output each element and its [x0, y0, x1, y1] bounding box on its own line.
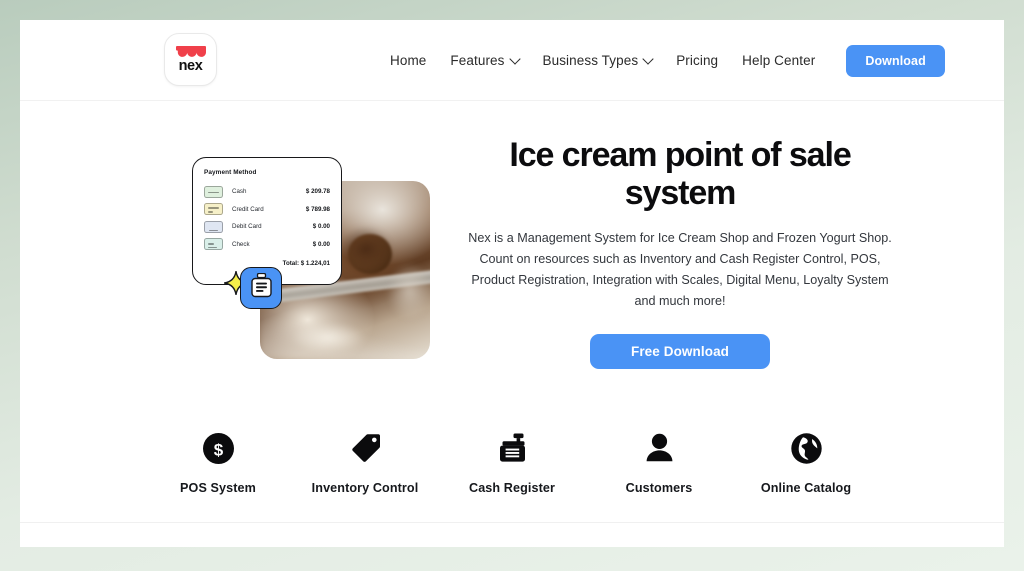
cash-note-icon [204, 185, 223, 198]
main-navigation: Home Features Business Types Pricing Hel… [378, 20, 945, 101]
check-icon [204, 238, 223, 251]
receipt-printer-icon [250, 272, 273, 303]
payment-row: Check $ 0.00 [204, 236, 330, 254]
feature-label: Inventory Control [311, 481, 419, 495]
nav-item-home[interactable]: Home [378, 47, 438, 74]
chevron-down-icon [508, 52, 521, 65]
feature-highlights: $ POS System Inventory Control Cash Regi… [20, 421, 1004, 531]
payment-total: Total: $ 1.224,01 [282, 260, 330, 267]
footer-divider [20, 522, 1004, 523]
hero-copy: Ice cream point of sale system Nex is a … [460, 101, 900, 369]
cash-register-icon [439, 429, 586, 467]
logo-wordmark: nex [178, 57, 203, 74]
free-download-button[interactable]: Free Download [590, 333, 770, 369]
payment-method-card: Payment Method Cash $ 209.78 Credit Card… [192, 157, 342, 285]
nav-item-pricing[interactable]: Pricing [664, 47, 730, 74]
dollar-circle-icon: $ [145, 429, 292, 467]
page-title: Ice cream point of sale system [509, 136, 851, 212]
payment-amount: $ 0.00 [312, 223, 330, 231]
debit-card-icon [204, 220, 223, 233]
payment-row: Credit Card $ 789.98 [204, 201, 330, 219]
feature-pos-system[interactable]: $ POS System [145, 429, 292, 495]
feature-customers[interactable]: Customers [586, 429, 733, 495]
nav-label: Home [390, 53, 427, 68]
nav-item-features[interactable]: Features [438, 47, 530, 74]
credit-card-icon [204, 203, 223, 216]
photo-scoop-decoration [348, 234, 393, 275]
payment-card-title: Payment Method [204, 169, 257, 176]
payment-row: Debit Card $ 0.00 [204, 218, 330, 236]
payment-row: Cash $ 209.78 [204, 183, 330, 201]
payment-label: Cash [232, 188, 247, 196]
payment-label: Check [232, 240, 250, 248]
payment-amount: $ 0.00 [312, 240, 330, 248]
nav-item-help-center[interactable]: Help Center [730, 47, 827, 74]
chevron-down-icon [642, 52, 654, 65]
feature-label: POS System [180, 481, 256, 495]
svg-text:$: $ [213, 440, 223, 459]
payment-label: Debit Card [232, 223, 262, 231]
nav-item-business-types[interactable]: Business Types [531, 47, 665, 74]
download-button[interactable]: Download [846, 44, 945, 77]
nav-label: Business Types [542, 53, 639, 68]
hero-description: Nex is a Management System for Ice Cream… [468, 231, 892, 308]
nav-label: Features [450, 53, 505, 68]
feature-label: Customers [625, 481, 693, 495]
brand-logo[interactable]: nex [164, 33, 217, 86]
nav-label: Pricing [676, 53, 719, 68]
feature-cash-register[interactable]: Cash Register [439, 429, 586, 495]
feature-inventory-control[interactable]: Inventory Control [292, 429, 439, 495]
page-sheet: nex Home Features Business Types Pricing… [20, 20, 1004, 547]
nex-crown-mark-icon [175, 45, 206, 57]
nav-label: Help Center [742, 53, 816, 68]
site-header: nex Home Features Business Types Pricing… [20, 20, 1004, 101]
payment-amount: $ 209.78 [305, 188, 330, 196]
feature-label: Cash Register [469, 481, 555, 495]
payment-label: Credit Card [232, 205, 264, 213]
feature-label: Online Catalog [760, 481, 852, 495]
globe-icon [733, 429, 880, 467]
receipt-printer-badge [240, 267, 282, 309]
user-icon [586, 429, 733, 467]
price-tag-icon [292, 429, 439, 467]
hero-illustration: Payment Method Cash $ 209.78 Credit Card… [192, 157, 440, 379]
payment-amount: $ 789.98 [305, 205, 330, 213]
hero-section: Payment Method Cash $ 209.78 Credit Card… [20, 101, 1004, 421]
feature-online-catalog[interactable]: Online Catalog [733, 429, 880, 495]
